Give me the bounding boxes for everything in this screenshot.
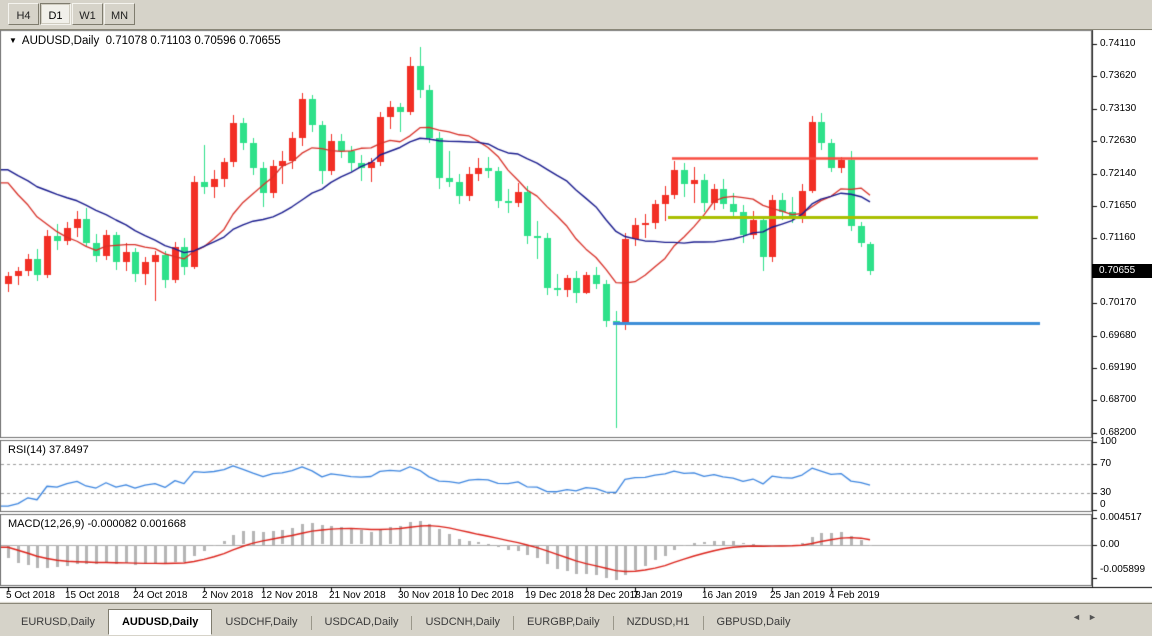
timeframe-button-h4[interactable]: H4 [8,3,39,25]
timeframe-toolbar: H4 D1 W1 MN [0,0,1152,30]
trading-terminal: H4 D1 W1 MN ▼AUDUSD,Daily 0.71078 0.7110… [0,0,1152,636]
timeframe-button-d1[interactable]: D1 [40,3,71,25]
chart-tab-bar: EURUSD,DailyAUDUSD,DailyUSDCHF,DailyUSDC… [0,603,1152,636]
chart-tabs: EURUSD,DailyAUDUSD,DailyUSDCHF,DailyUSDC… [8,611,804,635]
bottom-tab-audusd-daily[interactable]: AUDUSD,Daily [108,609,212,635]
bottom-tab-usdcnh-daily[interactable]: USDCNH,Daily [412,611,513,635]
chart-canvas[interactable] [0,0,1152,636]
bottom-tab-usdcad-daily[interactable]: USDCAD,Daily [312,611,412,635]
timeframe-button-mn[interactable]: MN [104,3,135,25]
bottom-tab-eurgbp-daily[interactable]: EURGBP,Daily [514,611,613,635]
tab-scroll-left-icon[interactable]: ◄ [1072,612,1081,622]
timeframe-button-w1[interactable]: W1 [72,3,103,25]
bottom-tab-nzdusd-h1[interactable]: NZDUSD,H1 [614,611,703,635]
bottom-tab-gbpusd-daily[interactable]: GBPUSD,Daily [704,611,804,635]
bottom-tab-usdchf-daily[interactable]: USDCHF,Daily [212,611,310,635]
tab-scroll-right-icon[interactable]: ► [1088,612,1097,622]
bottom-tab-eurusd-daily[interactable]: EURUSD,Daily [8,611,108,635]
